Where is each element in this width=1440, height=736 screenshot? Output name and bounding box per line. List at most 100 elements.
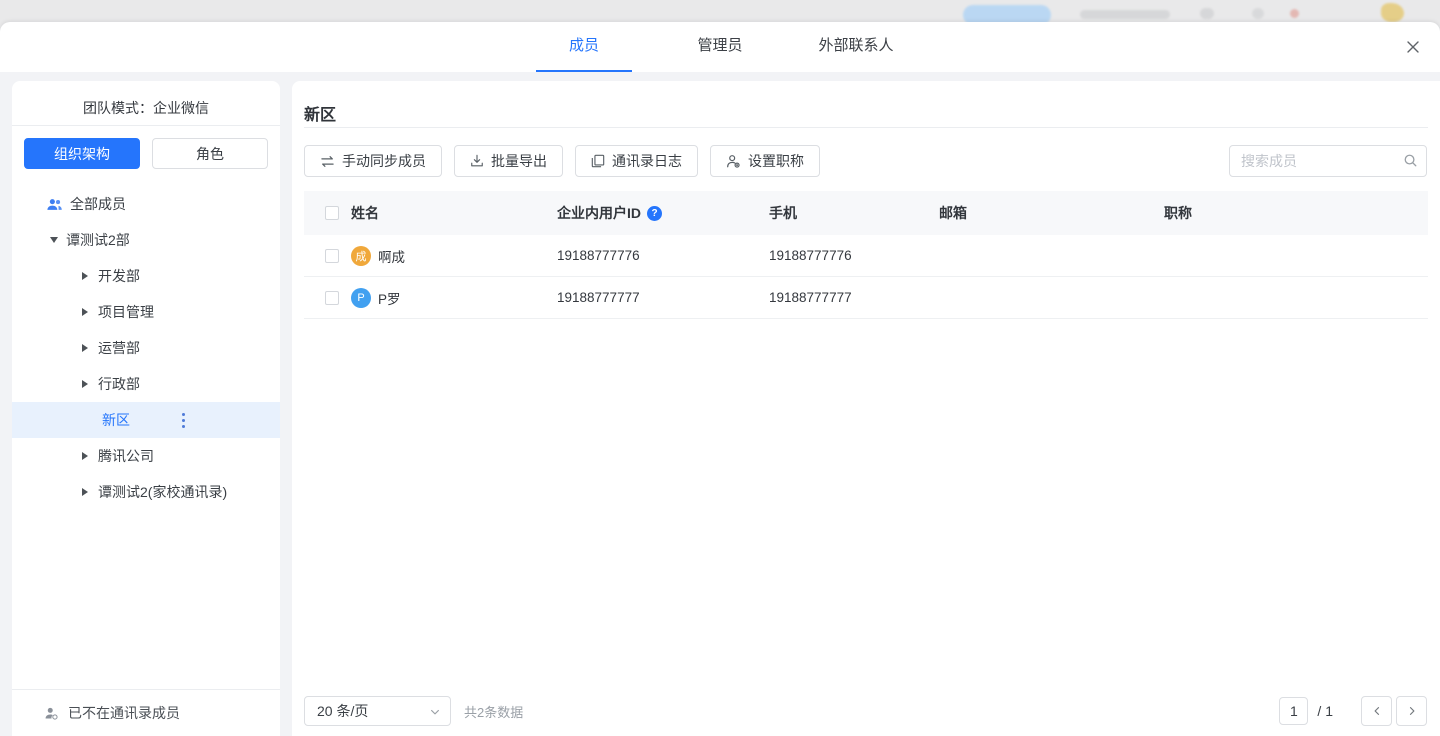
avatar: 成 xyxy=(351,246,371,266)
log-icon xyxy=(591,154,605,168)
tab-bar: 成员 管理员 外部联系人 xyxy=(536,22,904,72)
person-gear-icon xyxy=(726,154,741,169)
page-size-value: 20 条/页 xyxy=(317,701,368,721)
select-all-cell xyxy=(304,206,351,220)
removed-members-link[interactable]: 已不在通讯录成员 xyxy=(12,689,280,736)
tree-item-admin-dept[interactable]: 行政部 xyxy=(12,366,280,402)
team-icon xyxy=(46,196,63,213)
chevron-right-icon[interactable] xyxy=(82,488,88,496)
tab-external-contacts-label: 外部联系人 xyxy=(818,37,893,54)
tab-admins-label: 管理员 xyxy=(697,37,742,54)
tree-item-school-contacts[interactable]: 谭测试2(家校通讯录) xyxy=(12,474,280,510)
roles-button[interactable]: 角色 xyxy=(152,138,268,169)
manual-sync-button[interactable]: 手动同步成员 xyxy=(304,145,442,177)
removed-members-label: 已不在通讯录成员 xyxy=(68,703,180,723)
table-header: 姓名 企业内用户ID ? 手机 邮箱 职称 xyxy=(304,191,1428,235)
member-name-cell: 成 啊成 xyxy=(351,246,557,266)
chevron-down-icon xyxy=(429,706,441,718)
close-icon[interactable] xyxy=(1403,37,1423,57)
table-row[interactable]: 成 啊成 19188777776 19188777776 xyxy=(304,235,1428,277)
pager: / 1 xyxy=(1279,696,1427,726)
tree-item-operations-dept[interactable]: 运营部 xyxy=(12,330,280,366)
tree-item-label: 项目管理 xyxy=(98,302,154,322)
sidebar-switch: 组织架构 角色 xyxy=(12,126,280,169)
tree-item-label: 谭测试2部 xyxy=(66,230,130,250)
tree-item-tan-test-2-dept[interactable]: 谭测试2部 xyxy=(12,222,280,258)
page-input[interactable] xyxy=(1279,697,1308,725)
row-checkbox[interactable] xyxy=(325,249,339,263)
select-all-checkbox[interactable] xyxy=(325,206,339,220)
members-panel: 新区 手动同步成员 批量导出 通讯录日志 设置职称 xyxy=(292,81,1440,736)
col-phone: 手机 xyxy=(769,203,939,223)
tree-item-new-district[interactable]: 新区 xyxy=(12,402,280,438)
tree-item-label: 新区 xyxy=(102,410,130,430)
chevron-right-icon[interactable] xyxy=(82,308,88,316)
prev-page-button[interactable] xyxy=(1361,696,1392,726)
page-size-select[interactable]: 20 条/页 xyxy=(304,696,451,726)
tree-item-project-mgmt[interactable]: 项目管理 xyxy=(12,294,280,330)
background-box-icon xyxy=(1200,8,1214,19)
member-name: P罗 xyxy=(378,288,401,308)
col-job-title: 职称 xyxy=(1164,203,1428,223)
org-structure-button[interactable]: 组织架构 xyxy=(24,138,140,169)
tree-item-tencent[interactable]: 腾讯公司 xyxy=(12,438,280,474)
batch-export-button[interactable]: 批量导出 xyxy=(454,145,563,177)
row-select-cell xyxy=(304,249,351,263)
divider xyxy=(304,127,1428,128)
avatar: P xyxy=(351,288,371,308)
tree-item-label: 运营部 xyxy=(98,338,140,358)
member-name: 啊成 xyxy=(378,246,405,266)
row-checkbox[interactable] xyxy=(325,291,339,305)
contacts-log-button[interactable]: 通讯录日志 xyxy=(575,145,698,177)
background-help-icon xyxy=(1252,8,1264,19)
button-label: 通讯录日志 xyxy=(612,151,682,171)
member-phone: 19188777776 xyxy=(769,248,939,263)
chevron-right-icon xyxy=(1406,705,1418,717)
tree-item-label: 开发部 xyxy=(98,266,140,286)
col-user-id: 企业内用户ID ? xyxy=(557,203,769,223)
row-select-cell xyxy=(304,291,351,305)
tree-item-dev-dept[interactable]: 开发部 xyxy=(12,258,280,294)
chevron-right-icon[interactable] xyxy=(82,380,88,388)
org-tree: 全部成员 谭测试2部 开发部 项目管理 运营部 xyxy=(12,186,280,510)
tab-external-contacts[interactable]: 外部联系人 xyxy=(808,22,904,72)
background-text-blur xyxy=(1080,10,1170,19)
member-name-cell: P P罗 xyxy=(351,288,557,308)
member-phone: 19188777777 xyxy=(769,290,939,305)
chevron-left-icon xyxy=(1371,705,1383,717)
tree-item-label: 谭测试2(家校通讯录) xyxy=(98,482,227,502)
person-icon xyxy=(44,706,59,721)
button-label: 批量导出 xyxy=(491,151,547,171)
search-icon[interactable] xyxy=(1403,153,1418,168)
col-user-id-label: 企业内用户ID xyxy=(557,203,641,223)
tab-admins[interactable]: 管理员 xyxy=(672,22,768,72)
tree-item-label: 全部成员 xyxy=(70,194,126,214)
search-input[interactable] xyxy=(1229,145,1427,177)
tab-members[interactable]: 成员 xyxy=(536,22,632,72)
total-count-label: 共2条数据 xyxy=(464,702,523,721)
chevron-right-icon[interactable] xyxy=(82,272,88,280)
background-notification-dot xyxy=(1290,9,1299,18)
chevron-right-icon[interactable] xyxy=(82,452,88,460)
next-page-button[interactable] xyxy=(1396,696,1427,726)
org-sidebar: 团队模式：企业微信 组织架构 角色 全部成员 谭测试2部 xyxy=(12,81,280,736)
col-email: 邮箱 xyxy=(939,203,1164,223)
member-user-id: 19188777777 xyxy=(557,290,769,305)
toolbar: 手动同步成员 批量导出 通讯录日志 设置职称 xyxy=(304,145,1428,177)
tree-item-all-members[interactable]: 全部成员 xyxy=(12,186,280,222)
button-label: 设置职称 xyxy=(748,151,804,171)
table-row[interactable]: P P罗 19188777777 19188777777 xyxy=(304,277,1428,319)
button-label: 手动同步成员 xyxy=(342,151,426,171)
contacts-modal: 成员 管理员 外部联系人 团队模式：企业微信 组织架构 角色 全部成员 xyxy=(0,22,1440,736)
background-logo-icon xyxy=(1381,3,1404,22)
chevron-down-icon[interactable] xyxy=(50,237,58,243)
modal-body: 团队模式：企业微信 组织架构 角色 全部成员 谭测试2部 xyxy=(0,72,1440,736)
help-icon[interactable]: ? xyxy=(647,206,662,221)
chevron-right-icon[interactable] xyxy=(82,344,88,352)
set-job-title-button[interactable]: 设置职称 xyxy=(710,145,820,177)
pagination-bar: 20 条/页 共2条数据 / 1 xyxy=(304,686,1427,736)
col-name-label: 姓名 xyxy=(351,203,379,223)
more-actions-icon[interactable] xyxy=(180,411,187,430)
download-icon xyxy=(470,154,484,168)
team-mode-label: 团队模式：企业微信 xyxy=(12,81,280,125)
